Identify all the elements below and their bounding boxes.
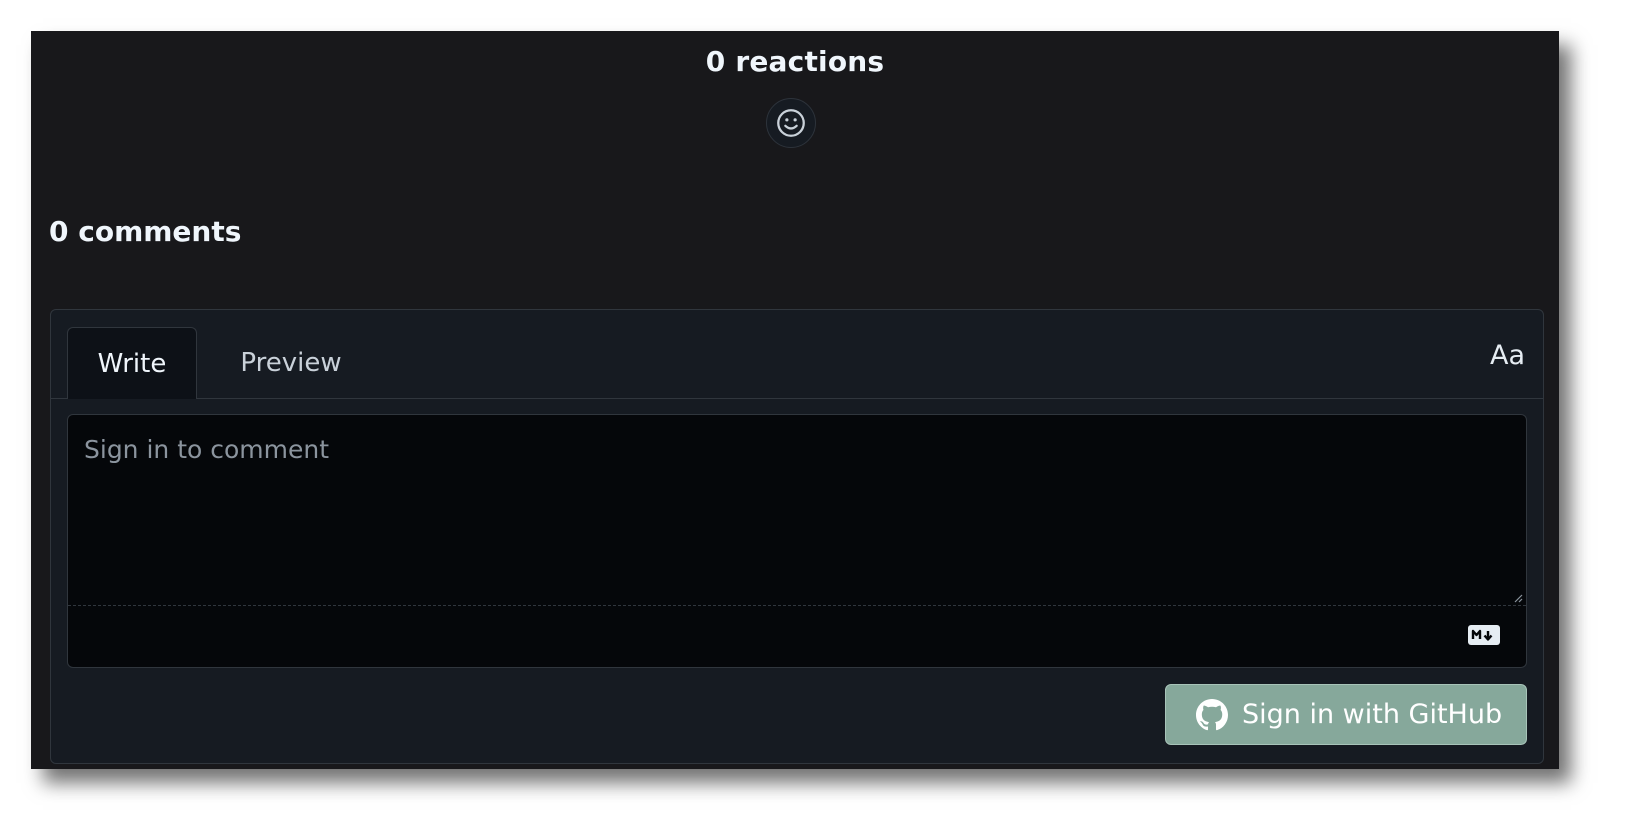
resize-grip-icon[interactable] — [1513, 593, 1523, 603]
github-icon — [1196, 698, 1228, 730]
tab-write[interactable]: Write — [67, 327, 197, 399]
smiley-icon — [777, 109, 805, 137]
comment-editor: Write Preview Aa Sign in with Git — [50, 309, 1544, 764]
sign-in-label: Sign in with GitHub — [1242, 699, 1503, 730]
comment-textarea[interactable] — [68, 415, 1526, 606]
reactions-count: 0 reactions — [705, 45, 885, 78]
format-toggle-button[interactable]: Aa — [1490, 340, 1525, 371]
comments-count: 0 comments — [49, 215, 242, 248]
tab-preview[interactable]: Preview — [221, 327, 361, 399]
sign-in-github-button[interactable]: Sign in with GitHub — [1165, 684, 1527, 745]
markdown-icon — [1468, 625, 1500, 645]
editor-tabbar: Write Preview Aa — [51, 310, 1543, 399]
add-reaction-button[interactable] — [766, 98, 816, 148]
comment-textarea-container — [67, 414, 1527, 668]
discussion-panel: 0 reactions 0 comments Write Preview Aa — [31, 31, 1559, 769]
